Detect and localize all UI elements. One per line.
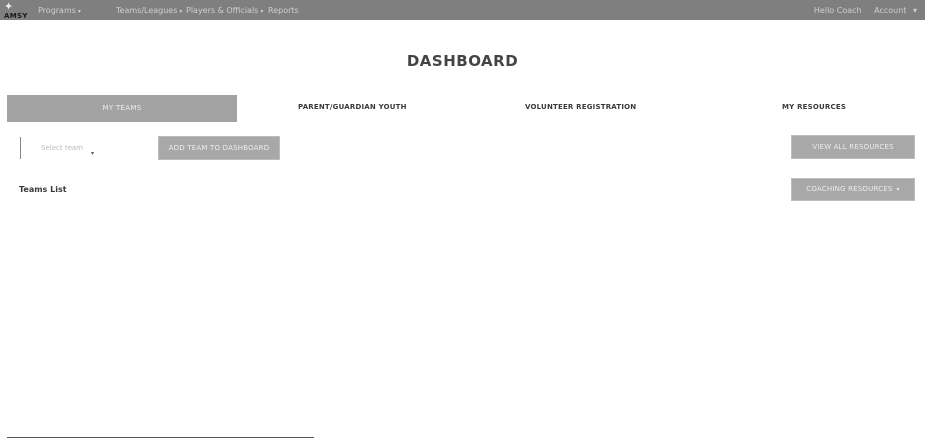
teams-list-heading: Teams List <box>19 185 67 194</box>
team-select[interactable]: Select team ▾ <box>20 137 133 159</box>
page-title: DASHBOARD <box>406 52 519 70</box>
tab-my-teams[interactable]: MY TEAMS <box>7 95 237 122</box>
nav-item-programs[interactable]: Programs ▾ <box>38 6 81 16</box>
chevron-down-icon: ▾ <box>179 8 183 15</box>
tab-my-resources[interactable]: MY RESOURCES <box>782 103 846 111</box>
logo-icon: ✦ <box>4 0 14 13</box>
coaching-resources-label: COACHING RESOURCES <box>806 185 893 193</box>
tab-volunteer-registration[interactable]: VOLUNTEER REGISTRATION <box>525 103 636 111</box>
nav-item-label: Players & Officials <box>186 6 259 15</box>
nav-item-label: Teams/Leagues <box>116 6 178 15</box>
team-select-value: Select team <box>41 144 83 152</box>
user-name[interactable]: Hello Coach <box>814 6 862 15</box>
nav-item-label: Reports <box>268 6 299 15</box>
user-menu[interactable]: Hello Coach Account ▾ <box>804 6 917 15</box>
top-nav-bar: ✦ AMSY Programs ▾ Teams/Leagues ▾ Players … <box>0 0 925 20</box>
nav-item-label: Programs <box>38 6 76 15</box>
coaching-resources-dropdown[interactable]: COACHING RESOURCES ▾ <box>791 178 915 201</box>
site-logo[interactable]: ✦ AMSY <box>4 1 32 27</box>
add-team-button[interactable]: ADD TEAM TO DASHBOARD <box>158 136 280 160</box>
account-link[interactable]: Account <box>874 6 906 15</box>
nav-item-teams[interactable]: Teams/Leagues ▾ <box>116 6 182 16</box>
tab-parent-guardian-youth[interactable]: PARENT/GUARDIAN YOUTH <box>298 103 407 111</box>
divider <box>7 437 314 438</box>
nav-item-players[interactable]: Players & Officials ▾ <box>186 6 263 16</box>
logo-text: AMSY <box>4 12 28 20</box>
chevron-down-icon: ▾ <box>77 8 81 15</box>
user-menu-caret-icon: ▾ <box>912 6 917 15</box>
view-all-resources-button[interactable]: VIEW ALL RESOURCES <box>791 135 915 159</box>
chevron-down-icon: ▾ <box>260 8 264 15</box>
chevron-down-icon: ▾ <box>91 150 95 157</box>
nav-item-reports[interactable]: Reports <box>268 6 299 15</box>
chevron-down-icon: ▾ <box>896 186 900 193</box>
